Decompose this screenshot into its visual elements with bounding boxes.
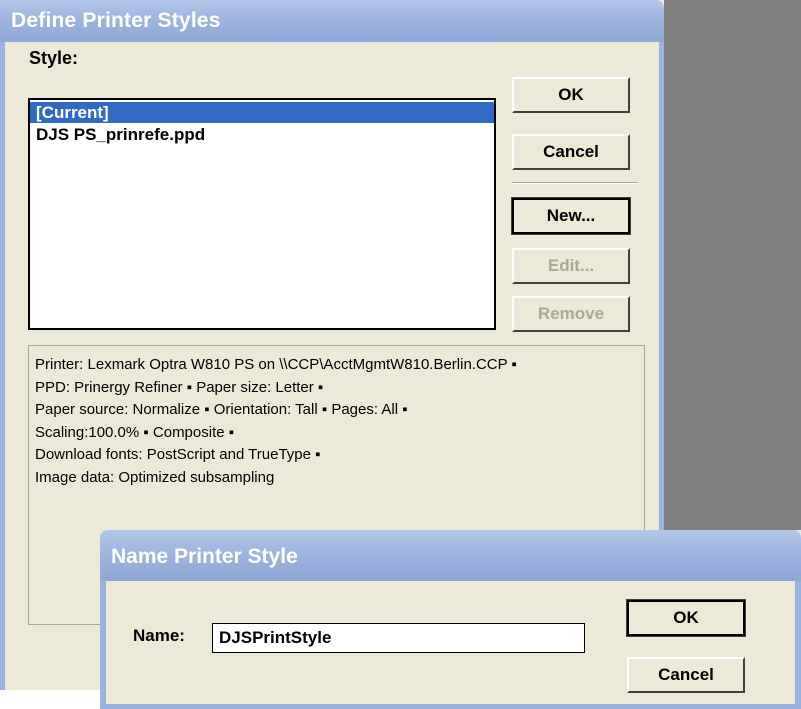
dialog-title: Define Printer Styles: [11, 9, 221, 32]
name-dialog-border-bottom: [100, 704, 801, 709]
info-line-ppd: PPD: Prinergy Refiner ▪ Paper size: Lett…: [35, 378, 324, 396]
button-separator: [512, 182, 638, 184]
name-label: Name:: [133, 626, 185, 645]
info-line-paper-source: Paper source: Normalize ▪ Orientation: T…: [35, 401, 408, 418]
style-listbox[interactable]: [Current] DJS PS_prinrefe.ppd: [28, 98, 496, 330]
new-button[interactable]: New...: [511, 197, 631, 235]
edit-button[interactable]: Edit...: [512, 248, 630, 284]
name-dialog-border-left: [100, 581, 106, 709]
name-dialog-titlebar[interactable]: Name Printer Style: [100, 530, 801, 581]
name-input[interactable]: [212, 623, 585, 653]
ok-button[interactable]: OK: [512, 77, 630, 113]
style-list-item-current[interactable]: [Current]: [30, 102, 494, 123]
name-printer-style-dialog: Name Printer Style Name: OK Cancel: [100, 530, 801, 709]
dialog-titlebar[interactable]: Define Printer Styles: [0, 0, 664, 42]
info-line-fonts: Download fonts: PostScript and TrueType …: [35, 446, 321, 463]
name-dialog-title: Name Printer Style: [111, 545, 298, 568]
cancel-button[interactable]: Cancel: [512, 134, 630, 170]
dialog-border-left: [0, 42, 5, 690]
info-line-image-data: Image data: Optimized subsampling: [35, 468, 275, 486]
style-list-item-djs[interactable]: DJS PS_prinrefe.ppd: [30, 124, 494, 145]
name-cancel-button[interactable]: Cancel: [627, 657, 745, 693]
style-label: Style:: [29, 48, 79, 68]
info-line-scaling: Scaling:100.0% ▪ Composite ▪: [35, 423, 235, 441]
name-dialog-border-right: [795, 581, 801, 709]
name-ok-button[interactable]: OK: [626, 599, 746, 637]
info-line-printer: Printer: Lexmark Optra W810 PS on \\CCP\…: [35, 356, 517, 373]
remove-button[interactable]: Remove: [512, 296, 630, 332]
